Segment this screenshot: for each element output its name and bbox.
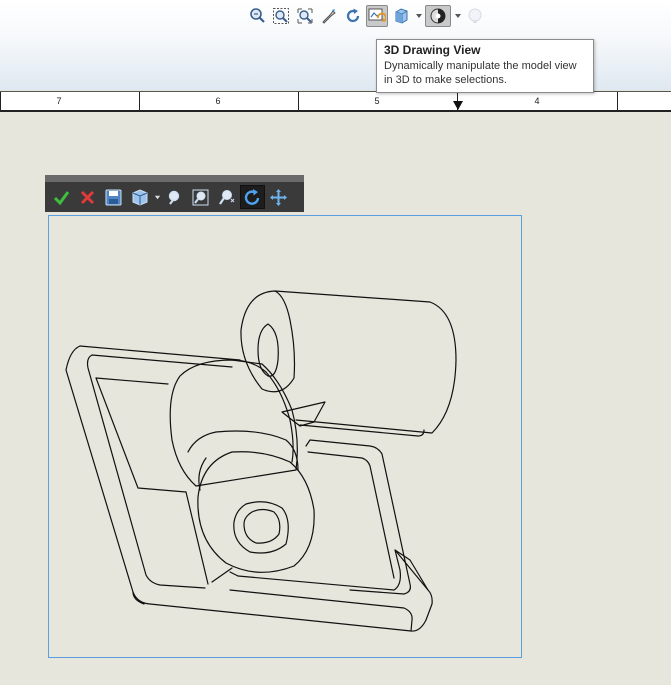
front-cylinder-body [169,359,298,487]
drawing-view-model[interactable] [0,0,671,685]
tooltip-body: Dynamically manipulate the model view in… [384,60,577,86]
front-bore-inner [243,508,281,544]
rear-cylinder-end [240,290,296,393]
base-frame-top-edge [79,345,241,361]
tooltip-title: 3D Drawing View [384,43,481,57]
pocket-right [305,439,411,595]
base-frame-front-ledge [132,589,413,632]
pocket-inner-right [307,451,395,579]
tooltip: 3D Drawing View Dynamically manipulate t… [376,39,594,93]
front-to-base-link [185,491,239,585]
rear-cylinder [274,290,457,434]
front-collar-outer [197,451,315,573]
base-frame-inner-rim [86,354,233,589]
front-cylinder-step [187,430,299,471]
